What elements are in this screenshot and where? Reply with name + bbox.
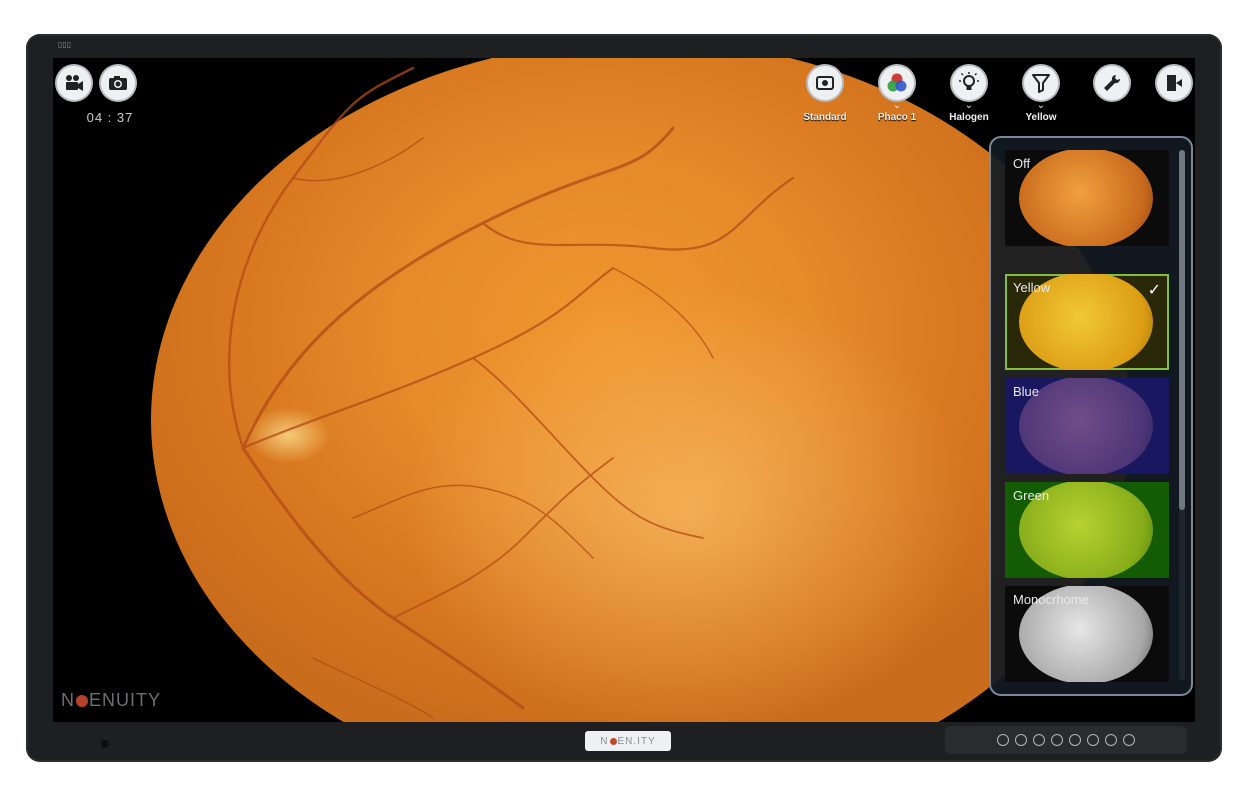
filter-option-label: Blue [1013, 384, 1040, 399]
wrench-icon [1104, 74, 1121, 91]
toolbar-label-halogen: Halogen [949, 112, 989, 123]
color-mode-button[interactable] [880, 66, 914, 100]
toolbar-label-filter: Yellow [1025, 112, 1057, 123]
filter-option-label: Off [1013, 156, 1031, 171]
filter-panel: Off Yellow ✓ Blue Green Monocrhome [989, 136, 1193, 696]
standard-view-button[interactable] [808, 66, 842, 100]
filter-option-monochrome[interactable]: Monocrhome [1005, 586, 1169, 682]
monitor-button-1[interactable] [997, 734, 1009, 746]
chevron-down-icon: ⌄ [892, 100, 902, 111]
filter-funnel-icon [1032, 74, 1050, 93]
record-video-button[interactable] [57, 66, 91, 100]
bezel-badge: ▯▯▯ [58, 40, 72, 49]
filter-option-label: Yellow [1013, 280, 1051, 295]
toolbar-phaco[interactable]: ⌄ Phaco 1 [867, 66, 927, 123]
logo-dot-icon [76, 695, 88, 707]
monitor-control-strip [945, 726, 1187, 754]
toolbar-halogen[interactable]: ⌄ Halogen [939, 66, 999, 123]
filter-option-blue[interactable]: Blue [1005, 378, 1169, 474]
camera-icon [109, 76, 127, 90]
toolbar-label-standard: Standard [803, 112, 847, 123]
filter-option-yellow[interactable]: Yellow ✓ [1005, 274, 1169, 370]
light-source-button[interactable] [952, 66, 986, 100]
monitor-button-8[interactable] [1123, 734, 1135, 746]
filter-button[interactable] [1024, 66, 1058, 100]
recording-timer: 04 : 37 [86, 110, 134, 125]
monitor-button-6[interactable] [1087, 734, 1099, 746]
standard-view-icon [816, 76, 834, 90]
ambient-sensor [101, 740, 109, 748]
exit-button[interactable] [1157, 66, 1191, 100]
logo-dot-icon [609, 737, 617, 745]
ngenuity-screen-logo: N ENUITY [61, 690, 162, 710]
surgical-display: 04 : 37 Standard ⌄ Phaco 1 ⌄ Halogen ⌄ Y… [53, 58, 1195, 722]
ngenuity-bezel-logo: N EN.ITY [585, 731, 671, 751]
take-photo-button[interactable] [101, 66, 135, 100]
chevron-down-icon: ⌄ [964, 100, 974, 111]
scrollbar-thumb[interactable] [1179, 150, 1185, 510]
monitor-button-2[interactable] [1015, 734, 1027, 746]
monitor-button-7[interactable] [1105, 734, 1117, 746]
toolbar-label-phaco: Phaco 1 [877, 112, 917, 123]
monitor-button-5[interactable] [1069, 734, 1081, 746]
filter-option-green[interactable]: Green [1005, 482, 1169, 578]
filter-option-label: Green [1013, 488, 1050, 503]
selected-check-icon: ✓ [1147, 282, 1161, 299]
filter-option-off[interactable]: Off [1005, 150, 1169, 246]
toolbar-filter[interactable]: ⌄ Yellow [1011, 66, 1071, 123]
monitor-button-3[interactable] [1033, 734, 1045, 746]
settings-button[interactable] [1095, 66, 1129, 100]
monitor-button-4[interactable] [1051, 734, 1063, 746]
filter-option-label: Monocrhome [1013, 592, 1089, 607]
color-rgb-icon [887, 73, 907, 92]
exit-door-icon [1167, 75, 1182, 91]
video-camera-icon [66, 75, 83, 91]
chevron-down-icon: ⌄ [1036, 100, 1046, 111]
toolbar-standard[interactable]: Standard [795, 66, 855, 123]
light-bulb-icon [959, 72, 979, 90]
